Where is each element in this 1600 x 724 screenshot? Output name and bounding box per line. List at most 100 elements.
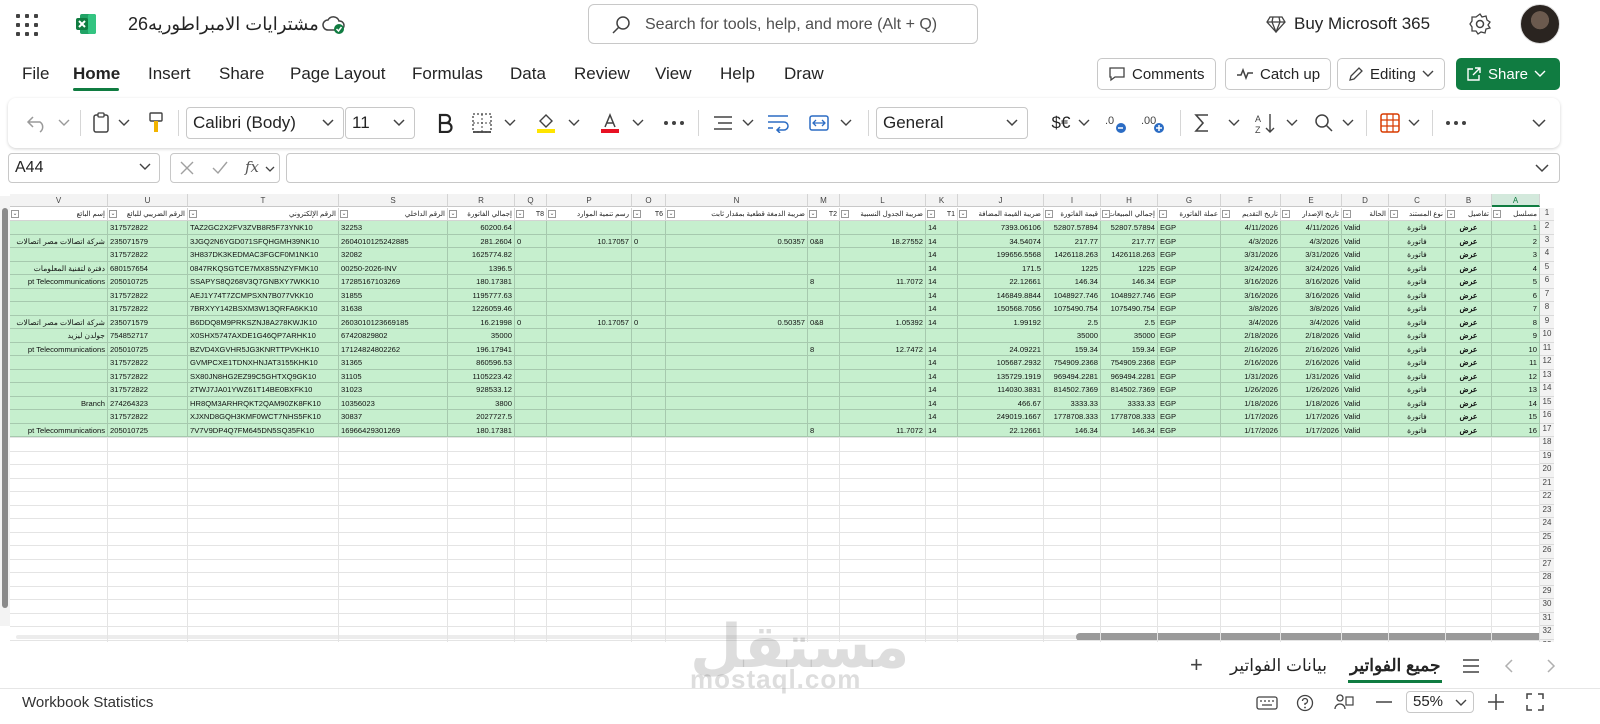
font-name-select[interactable]: Calibri (Body) bbox=[186, 107, 344, 139]
decrease-decimal-button[interactable]: .0 bbox=[1102, 98, 1130, 148]
cell-d[interactable]: Valid bbox=[1342, 221, 1389, 235]
cell-m[interactable]: 0&8 bbox=[808, 315, 840, 329]
column-header-o[interactable]: O bbox=[632, 194, 666, 207]
cell-q[interactable] bbox=[515, 261, 547, 275]
cell-l[interactable] bbox=[840, 356, 926, 370]
cell-j[interactable]: 146849.8844 bbox=[958, 288, 1044, 302]
cell-j[interactable]: 7393.06106 bbox=[958, 221, 1044, 235]
cell-u[interactable]: 205010725 bbox=[108, 275, 188, 289]
cell-l[interactable] bbox=[840, 302, 926, 316]
bold-button[interactable] bbox=[432, 98, 458, 148]
cell-i[interactable]: 1778708.333 bbox=[1044, 410, 1101, 424]
cell-f[interactable]: 3/24/2026 bbox=[1221, 261, 1281, 275]
find-dropdown[interactable] bbox=[1340, 98, 1356, 148]
cell-s[interactable]: 10356023 bbox=[339, 396, 448, 410]
cell-d[interactable]: Valid bbox=[1342, 275, 1389, 289]
filter-dropdown-icon[interactable]: ⌄ bbox=[548, 209, 556, 218]
cell-a[interactable]: 5 bbox=[1492, 275, 1540, 289]
cell-h[interactable]: 217.77 bbox=[1101, 234, 1158, 248]
cell-s[interactable]: 16966429301269 bbox=[339, 423, 448, 437]
cell-j[interactable]: 466.67 bbox=[958, 396, 1044, 410]
cell-v[interactable] bbox=[10, 248, 108, 262]
settings-gear-icon[interactable] bbox=[1468, 12, 1492, 36]
cell-t[interactable]: AEJ1Y74T7ZCMPSXN7B077VKK10 bbox=[188, 288, 339, 302]
cell-q[interactable] bbox=[515, 275, 547, 289]
row-header[interactable]: 22 bbox=[1540, 491, 1554, 505]
cell-a[interactable]: 2 bbox=[1492, 234, 1540, 248]
currency-dropdown[interactable] bbox=[1076, 98, 1092, 148]
column-header-b[interactable]: B bbox=[1446, 194, 1492, 207]
table-header-cell[interactable]: رسم تنمية الموارد ⌄ bbox=[547, 207, 632, 221]
cell-h[interactable]: 146.34 bbox=[1101, 275, 1158, 289]
cell-d[interactable]: Valid bbox=[1342, 396, 1389, 410]
merge-dropdown[interactable] bbox=[838, 98, 854, 148]
cell-q[interactable] bbox=[515, 423, 547, 437]
cell-o[interactable] bbox=[632, 410, 666, 424]
cell-i[interactable]: 969494.2281 bbox=[1044, 369, 1101, 383]
tab-formulas[interactable]: Formulas bbox=[412, 64, 483, 84]
cell-t[interactable]: HR8QM3ARHRQKT2QAM90ZK8FK10 bbox=[188, 396, 339, 410]
cell-h[interactable]: 1426118.263 bbox=[1101, 248, 1158, 262]
cell-v[interactable]: pt Telecommunications bbox=[10, 275, 108, 289]
cell-i[interactable]: 3333.33 bbox=[1044, 396, 1101, 410]
row-header[interactable]: 1 bbox=[1540, 207, 1554, 221]
cell-o[interactable] bbox=[632, 261, 666, 275]
cell-h[interactable]: 1048927.746 bbox=[1101, 288, 1158, 302]
table-header-cell[interactable]: مسلسل ⌄ bbox=[1492, 207, 1540, 221]
cell-p[interactable] bbox=[547, 383, 632, 397]
cell-e[interactable]: 3/16/2026 bbox=[1281, 288, 1342, 302]
cell-b[interactable]: عرض bbox=[1446, 261, 1492, 275]
cell-p[interactable] bbox=[547, 221, 632, 235]
row-header[interactable]: 16 bbox=[1540, 410, 1554, 424]
cell-l[interactable]: 12.7472 bbox=[840, 342, 926, 356]
fill-color-button[interactable] bbox=[534, 98, 558, 148]
cell-f[interactable]: 1/17/2026 bbox=[1221, 410, 1281, 424]
row-header[interactable]: 14 bbox=[1540, 383, 1554, 397]
cell-e[interactable]: 3/8/2026 bbox=[1281, 302, 1342, 316]
cell-v[interactable] bbox=[10, 221, 108, 235]
cell-e[interactable]: 4/3/2026 bbox=[1281, 234, 1342, 248]
cell-v[interactable] bbox=[10, 369, 108, 383]
cell-a[interactable]: 14 bbox=[1492, 396, 1540, 410]
cell-u[interactable]: 317572822 bbox=[108, 288, 188, 302]
search-box[interactable]: Search for tools, help, and more (Alt + … bbox=[588, 4, 978, 44]
filter-dropdown-icon[interactable]: ⌄ bbox=[449, 209, 457, 218]
row-header[interactable]: 21 bbox=[1540, 477, 1554, 491]
cell-c[interactable]: فاتورة bbox=[1389, 423, 1446, 437]
row-header[interactable]: 7 bbox=[1540, 288, 1554, 302]
cell-k[interactable]: 14 bbox=[926, 261, 958, 275]
cell-j[interactable]: 135729.1919 bbox=[958, 369, 1044, 383]
cell-q[interactable] bbox=[515, 369, 547, 383]
table-header-cell[interactable]: ضريبة الجدول النسبية ⌄ bbox=[840, 207, 926, 221]
cell-o[interactable] bbox=[632, 423, 666, 437]
tab-view[interactable]: View bbox=[655, 64, 692, 84]
cell-p[interactable] bbox=[547, 275, 632, 289]
row-header[interactable]: 6 bbox=[1540, 275, 1554, 289]
cell-j[interactable]: 114030.3831 bbox=[958, 383, 1044, 397]
cell-f[interactable]: 1/17/2026 bbox=[1221, 423, 1281, 437]
cell-d[interactable]: Valid bbox=[1342, 383, 1389, 397]
chevron-down-icon[interactable] bbox=[265, 166, 275, 173]
table-header-cell[interactable]: عملة الفاتورة ⌄ bbox=[1158, 207, 1221, 221]
cell-p[interactable] bbox=[547, 329, 632, 343]
cell-s[interactable]: 31023 bbox=[339, 383, 448, 397]
cell-l[interactable]: 11.7072 bbox=[840, 275, 926, 289]
cell-b[interactable]: عرض bbox=[1446, 396, 1492, 410]
cell-r[interactable]: 180.17381 bbox=[448, 423, 515, 437]
app-launcher-icon[interactable] bbox=[16, 14, 38, 36]
cell-u[interactable]: 680157654 bbox=[108, 261, 188, 275]
cell-m[interactable]: 8 bbox=[808, 423, 840, 437]
table-header-cell[interactable]: T2 ⌄ bbox=[808, 207, 840, 221]
cell-b[interactable]: عرض bbox=[1446, 410, 1492, 424]
cell-g[interactable]: EGP bbox=[1158, 248, 1221, 262]
cell-m[interactable] bbox=[808, 329, 840, 343]
cell-o[interactable] bbox=[632, 356, 666, 370]
cell-h[interactable]: 1075490.754 bbox=[1101, 302, 1158, 316]
autosum-dropdown[interactable] bbox=[1226, 98, 1242, 148]
cell-d[interactable]: Valid bbox=[1342, 410, 1389, 424]
cell-e[interactable]: 2/18/2026 bbox=[1281, 329, 1342, 343]
cell-u[interactable]: 754852717 bbox=[108, 329, 188, 343]
tab-share[interactable]: Share bbox=[219, 64, 264, 84]
row-header[interactable]: 19 bbox=[1540, 450, 1554, 464]
cell-t[interactable]: 3H837DK3KEDMAC3FGCF0M1NK10 bbox=[188, 248, 339, 262]
